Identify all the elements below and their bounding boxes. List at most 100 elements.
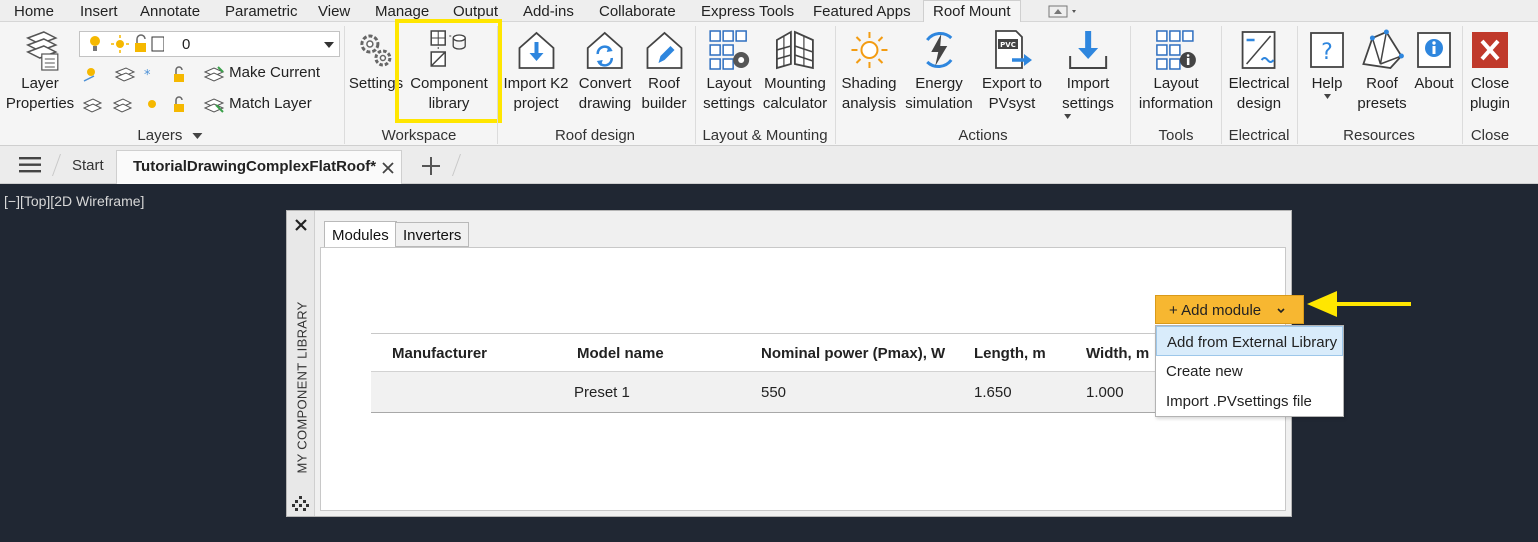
tab-active-drawing[interactable]: TutorialDrawingComplexFlatRoof* <box>116 150 402 184</box>
house-pencil-icon <box>646 31 682 69</box>
actions-group-label: Actions <box>958 127 1008 144</box>
layers-group-label[interactable]: Layers <box>137 127 203 144</box>
add-module-button[interactable]: + Add module <box>1155 295 1304 324</box>
close-plugin-label-1: Close <box>1470 75 1510 92</box>
menu-parametric[interactable]: Parametric <box>225 3 298 20</box>
close-tab-icon[interactable] <box>382 162 394 174</box>
roof-builder-button[interactable]: Roof builder <box>641 28 687 114</box>
new-tab-plus-icon[interactable] <box>421 156 441 176</box>
viewport-controls-label[interactable]: [−][Top][2D Wireframe] <box>4 193 144 209</box>
column-header-length[interactable]: Length, m <box>974 345 1046 362</box>
match-layer-button[interactable]: Match Layer <box>203 95 312 113</box>
svg-text:*: * <box>144 68 151 83</box>
layout-settings-label-1: Layout <box>706 75 752 92</box>
menu-add-ins[interactable]: Add-ins <box>523 3 574 20</box>
cell-width: 1.000 <box>1086 384 1124 401</box>
menu-view[interactable]: View <box>318 3 350 20</box>
export-pvsyst-label-1: Export to <box>981 75 1043 92</box>
column-header-manufacturer[interactable]: Manufacturer <box>392 345 487 362</box>
component-library-palette: MY COMPONENT LIBRARY Modules Inverters +… <box>286 210 1344 517</box>
shading-analysis-button[interactable]: Shading analysis <box>841 28 897 114</box>
table-row[interactable]: Preset 1 550 1.650 1.000 <box>371 372 1161 413</box>
menu-bar: Home Insert Annotate Parametric View Man… <box>0 0 1538 23</box>
menu-item-import-pvsettings[interactable]: Import .PVsettings file <box>1156 386 1343 416</box>
house-import-icon <box>518 31 554 69</box>
component-library-highlight-box <box>395 19 502 123</box>
electrical-design-label-2: design <box>1236 95 1282 112</box>
palette-title-strip: MY COMPONENT LIBRARY <box>287 211 315 516</box>
layer-tools-row-1: * <box>82 64 200 91</box>
import-k2-label-1: Import K2 <box>503 75 569 92</box>
palette-grip-icon[interactable] <box>292 495 310 513</box>
layer-dropdown[interactable]: 0 <box>79 31 340 57</box>
menu-manage[interactable]: Manage <box>375 3 429 20</box>
menu-output[interactable]: Output <box>453 3 498 20</box>
shading-analysis-label-1: Shading <box>841 75 897 92</box>
tab-inverters-label: Inverters <box>403 227 462 244</box>
layout-information-button[interactable]: Layout information <box>1139 28 1213 114</box>
menu-annotate[interactable]: Annotate <box>140 3 200 20</box>
import-settings-label-2: settings <box>1062 95 1114 112</box>
column-header-nominal-power[interactable]: Nominal power (Pmax), W <box>761 345 945 362</box>
tab-inverters[interactable]: Inverters <box>395 222 470 247</box>
modules-table-header: Manufacturer Model name Nominal power (P… <box>371 333 1161 372</box>
help-button[interactable]: ? Help <box>1305 28 1349 99</box>
workspace-switch-icon[interactable] <box>1048 5 1080 23</box>
layer-properties-button[interactable]: Layer Properties <box>6 28 74 114</box>
house-convert-icon <box>587 31 623 69</box>
menu-insert[interactable]: Insert <box>80 3 118 20</box>
menu-item-create-new[interactable]: Create new <box>1156 356 1343 386</box>
export-to-pvsyst-button[interactable]: PVC Export to PVsyst <box>982 28 1042 114</box>
menu-collaborate[interactable]: Collaborate <box>599 3 676 20</box>
make-current-label: Make Current <box>229 64 321 81</box>
electrical-design-button[interactable]: Electrical design <box>1229 28 1289 114</box>
menu-item-label: Import .PVsettings file <box>1166 393 1312 410</box>
mounting-calculator-button[interactable]: Mounting calculator <box>763 28 827 114</box>
close-icon <box>1472 32 1508 68</box>
convert-drawing-button[interactable]: Convert drawing <box>578 28 632 114</box>
energy-simulation-button[interactable]: Energy simulation <box>905 28 973 114</box>
ribbon-separator <box>1297 26 1298 144</box>
hamburger-menu-icon[interactable] <box>19 157 41 173</box>
menu-home[interactable]: Home <box>14 3 54 20</box>
ribbon: Layer Properties 0 * Make Current Match … <box>0 19 1538 146</box>
add-module-label: + Add module <box>1169 302 1262 319</box>
close-icon[interactable] <box>295 219 307 231</box>
modules-tab-content: + Add module Manufacturer Model name Nom… <box>320 247 1344 511</box>
chevron-down-icon <box>1323 94 1331 99</box>
menu-express-tools[interactable]: Express Tools <box>701 3 794 20</box>
close-plugin-button[interactable]: Close plugin <box>1468 28 1512 114</box>
chevron-down-icon <box>1277 308 1285 314</box>
column-header-model-name[interactable]: Model name <box>577 345 664 362</box>
make-current-button[interactable]: Make Current <box>203 64 320 82</box>
layer-tools-row-2 <box>82 94 200 121</box>
about-button[interactable]: About <box>1412 28 1456 94</box>
roof-presets-button[interactable]: Roof presets <box>1357 28 1407 114</box>
convert-drawing-label-2: drawing <box>578 95 632 112</box>
layer-state-icons <box>90 34 164 53</box>
menu-featured-apps[interactable]: Featured Apps <box>813 3 911 20</box>
panel-grid-icon <box>709 30 749 70</box>
ribbon-separator <box>1462 26 1463 144</box>
import-k2-project-button[interactable]: Import K2 project <box>503 28 569 114</box>
lightning-icon <box>925 32 953 68</box>
active-drawing-title: TutorialDrawingComplexFlatRoof* <box>133 158 377 175</box>
ribbon-separator <box>1130 26 1131 144</box>
menu-item-add-from-external-library[interactable]: Add from External Library <box>1156 326 1343 356</box>
close-plugin-label-2: plugin <box>1469 95 1511 112</box>
tab-modules[interactable]: Modules <box>324 221 397 249</box>
workspace-group-label: Workspace <box>381 127 457 144</box>
import-settings-button[interactable]: Import settings <box>1062 28 1114 119</box>
layout-settings-button[interactable]: Layout settings <box>703 28 755 114</box>
ribbon-separator <box>695 26 696 144</box>
panel-grid-info-icon <box>1156 30 1196 70</box>
resources-group-label: Resources <box>1343 127 1415 144</box>
match-layer-label: Match Layer <box>229 95 312 112</box>
layout-settings-label-2: settings <box>703 95 755 112</box>
column-header-width[interactable]: Width, m <box>1086 345 1149 362</box>
menu-roof-mount[interactable]: Roof Mount <box>923 0 1021 23</box>
menu-item-label: Add from External Library <box>1167 334 1338 351</box>
convert-drawing-label-1: Convert <box>578 75 632 92</box>
tab-start[interactable]: Start <box>72 157 104 174</box>
energy-simulation-label-1: Energy <box>915 75 963 92</box>
